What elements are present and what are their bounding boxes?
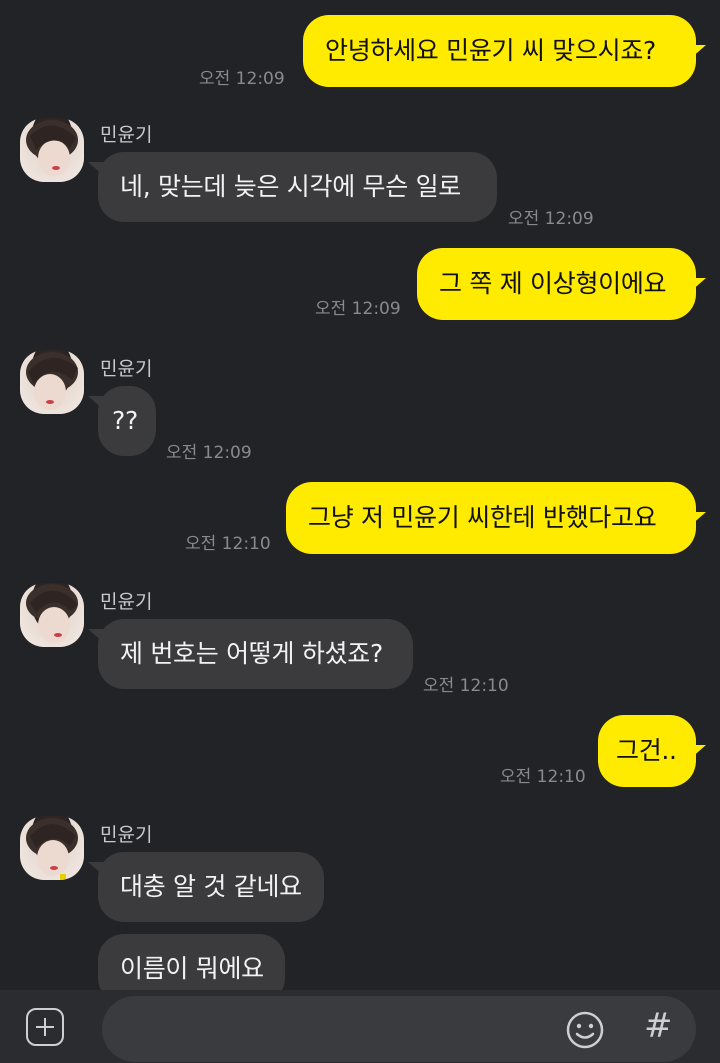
message-row-received: 이름이 뭐에요 — [0, 934, 720, 990]
bubble-tail — [88, 162, 104, 176]
avatar[interactable] — [20, 350, 84, 414]
profile-photo-icon — [26, 818, 78, 880]
message-bubble-sent[interactable]: 그 쪽 제 이상형이에요 — [417, 248, 696, 320]
message-time: 오전 12:09 — [166, 443, 252, 463]
avatar[interactable] — [20, 583, 84, 647]
message-row-sent: 오전 12:09 안녕하세요 민윤기 씨 맞으시죠? — [0, 15, 720, 90]
sender-name: 민윤기 — [100, 824, 153, 846]
message-time: 오전 12:09 — [199, 69, 285, 89]
message-bubble-received[interactable]: 대충 알 것 같네요 — [98, 852, 324, 922]
bubble-tail — [88, 396, 104, 410]
message-time: 오전 12:10 — [185, 534, 271, 554]
bubble-tail — [690, 745, 706, 759]
message-input-bar: # — [0, 990, 720, 1063]
profile-photo-icon — [26, 352, 78, 410]
sender-name: 민윤기 — [100, 591, 153, 613]
hashtag-button[interactable]: # — [644, 1006, 673, 1046]
message-bubble-received[interactable]: ?? — [98, 386, 156, 456]
message-bubble-sent[interactable]: 그냥 저 민윤기 씨한테 반했다고요 — [286, 482, 696, 554]
message-bubble-received[interactable]: 이름이 뭐에요 — [98, 934, 285, 990]
message-time: 오전 12:09 — [315, 299, 401, 319]
profile-photo-icon — [26, 120, 78, 176]
message-time: 오전 12:09 — [508, 209, 594, 229]
avatar[interactable] — [20, 816, 84, 880]
message-input[interactable] — [102, 996, 696, 1062]
plus-square-icon[interactable] — [26, 1008, 64, 1046]
message-row-sent: 오전 12:10 그건.. — [0, 715, 720, 790]
message-bubble-received[interactable]: 네, 맞는데 늦은 시각에 무슨 일로 — [98, 152, 497, 222]
sender-name: 민윤기 — [100, 124, 153, 146]
bubble-tail — [690, 512, 706, 526]
message-row-received: 민윤기 네, 맞는데 늦은 시각에 무슨 일로 오전 12:09 — [0, 110, 720, 230]
bubble-tail — [88, 862, 104, 876]
chat-area[interactable]: 오전 12:09 안녕하세요 민윤기 씨 맞으시죠? 민윤기 네, 맞는데 늦은… — [0, 0, 720, 990]
bubble-tail — [88, 629, 104, 643]
message-time: 오전 12:10 — [500, 767, 586, 787]
profile-photo-icon — [26, 584, 78, 643]
message-row-received: 민윤기 제 번호는 어떻게 하셨죠? 오전 12:10 — [0, 577, 720, 697]
message-bubble-sent[interactable]: 그건.. — [598, 715, 696, 787]
message-row-received: 민윤기 대충 알 것 같네요 — [0, 810, 720, 930]
message-bubble-received[interactable]: 제 번호는 어떻게 하셨죠? — [98, 619, 413, 689]
message-row-received: 민윤기 ?? 오전 12:09 — [0, 344, 720, 464]
message-row-sent: 오전 12:10 그냥 저 민윤기 씨한테 반했다고요 — [0, 482, 720, 557]
avatar[interactable] — [20, 118, 84, 182]
bubble-tail — [690, 278, 706, 292]
smiley-icon[interactable] — [565, 1010, 605, 1050]
message-row-sent: 오전 12:09 그 쪽 제 이상형이에요 — [0, 248, 720, 323]
message-time: 오전 12:10 — [423, 676, 509, 696]
message-bubble-sent[interactable]: 안녕하세요 민윤기 씨 맞으시죠? — [303, 15, 696, 87]
bubble-tail — [690, 45, 706, 59]
sender-name: 민윤기 — [100, 358, 153, 380]
